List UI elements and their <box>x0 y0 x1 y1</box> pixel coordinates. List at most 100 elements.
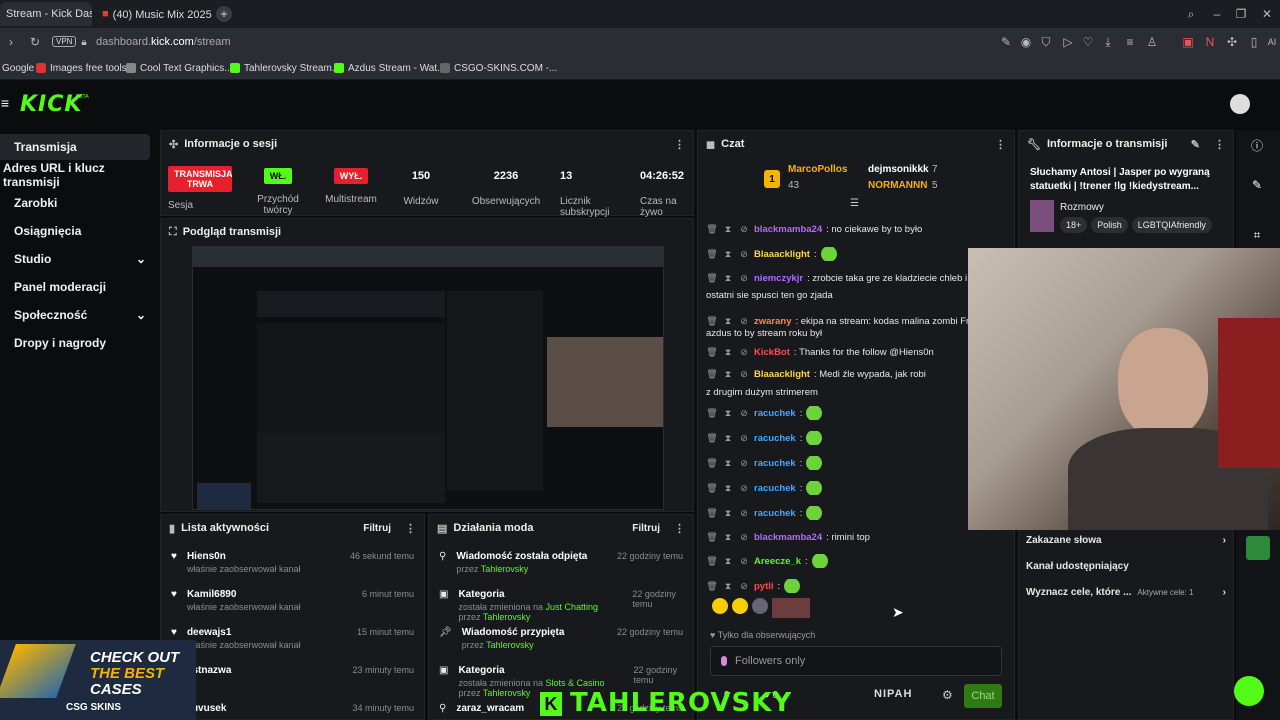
timeout-icon[interactable]: ⧗ <box>722 273 734 284</box>
avatar[interactable] <box>1230 94 1250 114</box>
chat-username[interactable]: KickBot <box>754 347 790 358</box>
sidebar-item-zarobki[interactable]: Zarobki <box>0 190 150 216</box>
trash-icon[interactable]: 🗑︎ <box>706 433 718 444</box>
emote[interactable] <box>732 598 748 614</box>
chat-username[interactable]: blackmamba24 <box>754 224 822 235</box>
ban-icon[interactable]: ⊘ <box>738 433 750 444</box>
ban-icon[interactable]: ⊘ <box>738 581 750 592</box>
bookmark-cooltext[interactable]: Cool Text Graphics... <box>126 60 233 76</box>
goals-row[interactable]: Wyznacz cele, które ... Aktywne cele: 1 › <box>1018 580 1234 604</box>
chat-username[interactable]: zwarany <box>754 316 792 327</box>
maximize-icon[interactable]: ❐ <box>1234 6 1248 22</box>
sidebar-toggle-icon[interactable]: ▯ <box>1248 34 1260 50</box>
timeout-icon[interactable]: ⧗ <box>722 508 734 519</box>
more-icon[interactable]: ⋮ <box>405 522 416 535</box>
timeout-icon[interactable]: ⧗ <box>722 581 734 592</box>
host-channel-row[interactable]: Kanał udostępniający <box>1018 554 1234 578</box>
chat-username[interactable]: blackmamba24 <box>754 532 822 543</box>
trash-icon[interactable]: 🗑︎ <box>706 556 718 567</box>
tab-music-mix[interactable]: ■ (40) Music Mix 2025 【 <box>96 2 216 26</box>
timeout-icon[interactable]: ⧗ <box>722 316 734 327</box>
emote[interactable] <box>752 598 768 614</box>
filter-button[interactable]: Filtruj <box>363 523 391 534</box>
ban-icon[interactable]: ⊘ <box>738 224 750 235</box>
sidebar-item-studio[interactable]: Studio ⌄ <box>0 246 150 272</box>
ban-icon[interactable]: ⊘ <box>738 249 750 260</box>
banned-words-row[interactable]: Zakazane słowa › <box>1018 528 1234 552</box>
account-icon[interactable]: ♙ <box>1146 34 1158 50</box>
edit-icon[interactable]: ✎ <box>1250 178 1264 192</box>
sidebar-item-spolecznosc[interactable]: Społeczność ⌄ <box>0 302 150 328</box>
reload-icon[interactable]: ↻ <box>28 34 42 50</box>
timeout-icon[interactable]: ⧗ <box>722 458 734 469</box>
ai-icon[interactable]: AI <box>1264 34 1280 50</box>
category-name[interactable]: Rozmowy <box>1060 202 1104 213</box>
new-tab-button[interactable]: + <box>216 6 232 22</box>
chat-username[interactable]: racuchek <box>754 433 796 444</box>
trash-icon[interactable]: 🗑︎ <box>706 224 718 235</box>
ban-icon[interactable]: ⊘ <box>738 458 750 469</box>
kick-logo[interactable]: KICK <box>20 92 82 117</box>
close-icon[interactable]: ✕ <box>1260 6 1274 22</box>
hamburger-icon[interactable]: ≡ <box>0 95 10 111</box>
trash-icon[interactable]: 🗑︎ <box>706 369 718 380</box>
more-icon[interactable]: ⋮ <box>1214 138 1225 151</box>
emote[interactable] <box>806 456 823 470</box>
trash-icon[interactable]: 🗑︎ <box>706 316 718 327</box>
timeout-icon[interactable]: ⧗ <box>722 224 734 235</box>
sidebar-item-osiagniecia[interactable]: Osiągnięcia <box>0 218 150 244</box>
tab-kick-dashboard[interactable]: Stream - Kick Dashboard <box>0 2 92 26</box>
url-field[interactable]: dashboard. kick.com/stream <box>96 32 976 52</box>
sidebar-item-dropy[interactable]: Dropy i nagrody <box>0 330 150 356</box>
tag[interactable]: LGBTQIAfriendly <box>1131 217 1212 233</box>
timeout-icon[interactable]: ⧗ <box>722 532 734 543</box>
forward-icon[interactable]: › <box>4 34 18 50</box>
search-tabs-icon[interactable]: ⌕ <box>1184 6 1198 22</box>
menu-icon[interactable]: ≡ <box>1124 34 1136 50</box>
support-icon[interactable] <box>1234 676 1264 706</box>
ban-icon[interactable]: ⊘ <box>738 347 750 358</box>
chat-username[interactable]: Areecze_k <box>754 556 801 567</box>
emote[interactable] <box>712 598 728 614</box>
camera-icon[interactable]: ◉ <box>1020 34 1032 50</box>
trash-icon[interactable]: 🗑︎ <box>706 532 718 543</box>
chat-username[interactable]: racuchek <box>754 408 796 419</box>
timeout-icon[interactable]: ⧗ <box>722 369 734 380</box>
emote[interactable] <box>772 598 810 618</box>
chat-username[interactable]: Blaaacklight <box>754 369 810 380</box>
creator-income[interactable]: WŁ. Przychód twórcy <box>255 168 301 216</box>
download-icon[interactable]: ⤓ <box>1102 34 1114 50</box>
more-icon[interactable]: ⋮ <box>995 138 1006 151</box>
chat-input[interactable]: Followers only <box>710 646 1002 676</box>
timeout-icon[interactable]: ⧗ <box>722 433 734 444</box>
chat-username[interactable]: racuchek <box>754 483 796 494</box>
app-icon[interactable] <box>1246 536 1270 560</box>
filter-button[interactable]: Filtruj <box>632 523 660 534</box>
chat-username[interactable]: Blaaacklight <box>754 249 810 260</box>
ban-icon[interactable]: ⊘ <box>738 508 750 519</box>
timeout-icon[interactable]: ⧗ <box>722 408 734 419</box>
filter-icon[interactable]: ☰ <box>850 198 859 209</box>
tag[interactable]: 18+ <box>1060 217 1088 233</box>
trash-icon[interactable]: 🗑︎ <box>706 347 718 358</box>
edit-icon[interactable]: ✎ <box>1000 34 1012 50</box>
emote[interactable] <box>806 431 823 445</box>
emote[interactable] <box>806 506 823 520</box>
extension-n-icon[interactable]: N <box>1204 34 1216 50</box>
ban-icon[interactable]: ⊘ <box>738 369 750 380</box>
ban-icon[interactable]: ⊘ <box>738 556 750 567</box>
stream-preview-video[interactable] <box>192 246 664 510</box>
sidebar-item-transmisja[interactable]: Transmisja <box>0 134 150 160</box>
settings-icon[interactable]: ⚙ <box>942 688 953 702</box>
trash-icon[interactable]: 🗑︎ <box>706 508 718 519</box>
trash-icon[interactable]: 🗑︎ <box>706 458 718 469</box>
heart-icon[interactable]: ♡ <box>1082 34 1094 50</box>
trash-icon[interactable]: 🗑︎ <box>706 249 718 260</box>
bookmark-images[interactable]: Images free tools <box>36 60 127 76</box>
ban-icon[interactable]: ⊘ <box>738 483 750 494</box>
bookmark-google[interactable]: Google <box>2 60 34 76</box>
chat-username[interactable]: racuchek <box>754 508 796 519</box>
bookmark-tahlerovsky[interactable]: Tahlerovsky Stream... <box>230 60 340 76</box>
more-icon[interactable]: ⋮ <box>674 522 685 535</box>
extension-icon[interactable]: ▣ <box>1182 34 1194 50</box>
